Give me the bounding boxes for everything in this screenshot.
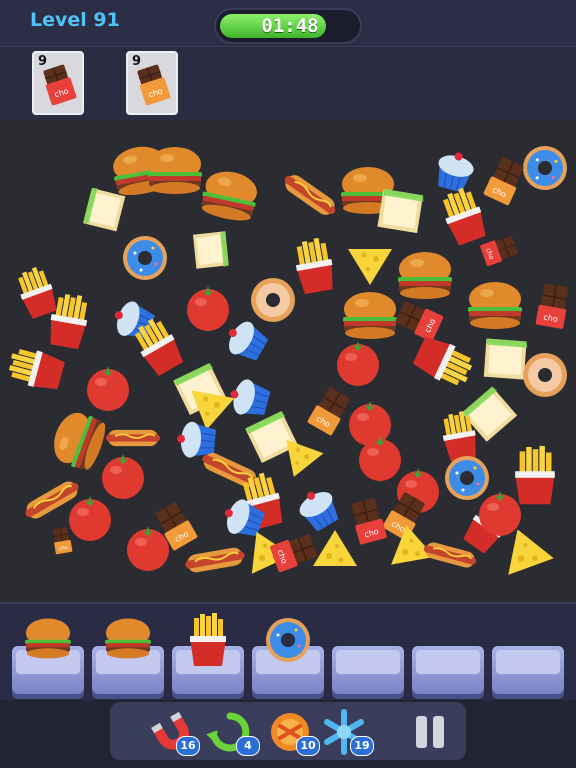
level-label: Level 91 [30, 9, 120, 31]
shuffle-booster-button[interactable]: 10 [266, 708, 320, 756]
tray-donut [266, 618, 310, 662]
timer-text: 01:48 [261, 15, 319, 37]
top-bar: Level 91 01:48 [0, 0, 576, 46]
undo-count: 4 [236, 736, 260, 756]
tray-burger-1 [25, 618, 71, 659]
goal-count: 9 [38, 54, 48, 69]
timer: 01:48 [214, 8, 362, 44]
undo-booster-button[interactable]: 4 [206, 708, 260, 756]
tray-items [25, 613, 310, 666]
magnet-booster-button[interactable]: 16 [146, 708, 200, 756]
tray-fries [190, 613, 226, 666]
magnet-count: 16 [176, 736, 200, 756]
freeze-count: 19 [350, 736, 374, 756]
pause-button[interactable] [414, 716, 446, 748]
shuffle-count: 10 [296, 736, 320, 756]
goal-bar: 9 cho 9 cho [0, 46, 576, 121]
food-pile[interactable]: cho cho [0, 120, 576, 602]
goal-card-red-chocolate: 9 cho [32, 51, 84, 115]
game-board[interactable]: cho cho [0, 120, 576, 602]
collection-tray [0, 602, 576, 700]
goal-count: 9 [132, 54, 142, 69]
boosters-bar: 16 4 10 19 [110, 702, 466, 760]
freeze-booster-button[interactable]: 19 [320, 708, 374, 756]
goal-card-orange-chocolate: 9 cho [126, 51, 178, 115]
tray-burger-2 [105, 618, 151, 659]
